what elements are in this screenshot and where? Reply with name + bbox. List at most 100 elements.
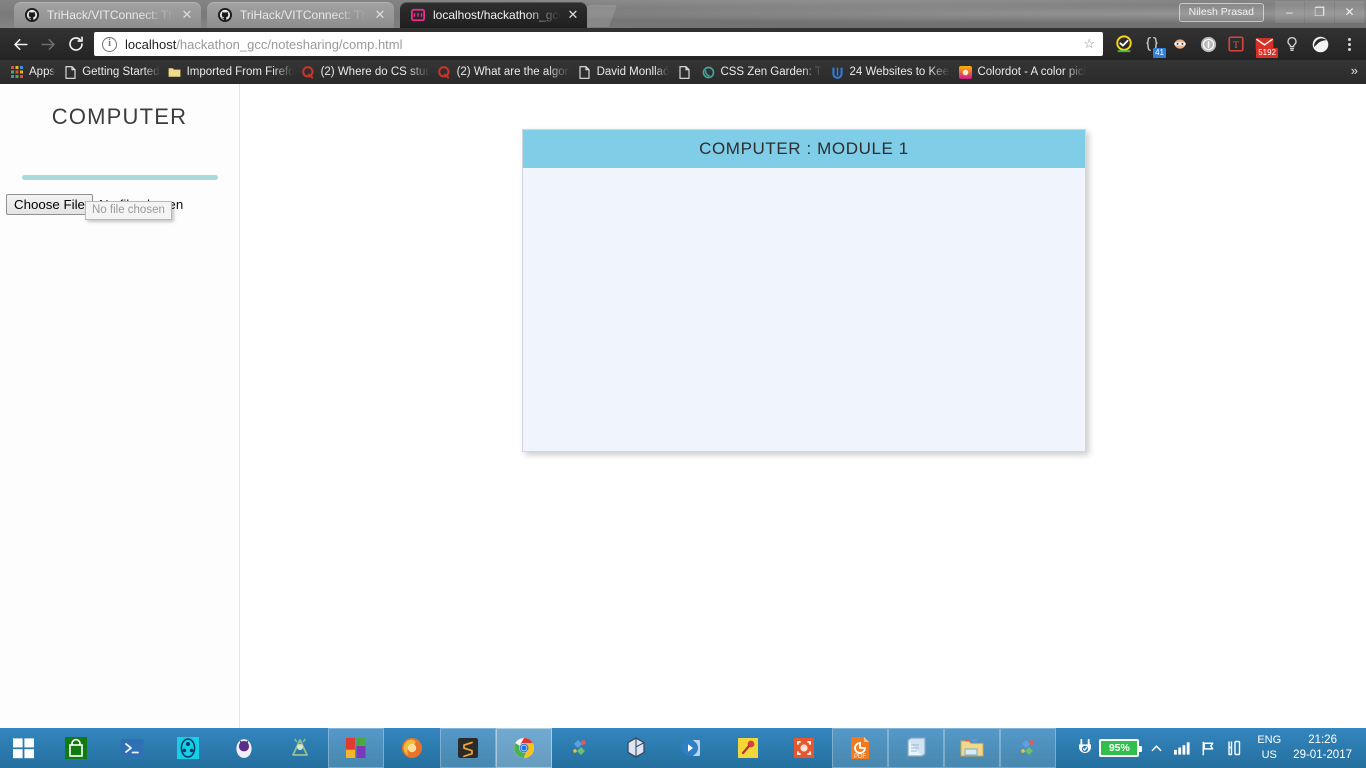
module-card-title: COMPUTER : MODULE 1 bbox=[523, 130, 1085, 168]
start-windows-icon[interactable] bbox=[0, 728, 48, 768]
todoist-extension-icon[interactable]: T bbox=[1223, 31, 1249, 57]
bookmark-getting-started[interactable]: Getting Started bbox=[61, 62, 165, 82]
bookmarks-overflow-button[interactable]: » bbox=[1351, 63, 1358, 78]
bookmark-quora-1[interactable]: (2) Where do CS students bbox=[300, 62, 436, 82]
bookmark-label: Apps bbox=[29, 66, 56, 78]
bookmark-quora-2[interactable]: (2) What are the algorith bbox=[436, 62, 576, 82]
bookmark-david-monllao[interactable]: David Monllaó bbox=[576, 62, 676, 82]
lightbulb-extension-icon[interactable] bbox=[1279, 31, 1305, 57]
bookmark-label: Getting Started bbox=[82, 66, 160, 78]
quora-icon bbox=[302, 65, 316, 79]
bookmark-24-websites[interactable]: 24 Websites to Keep bbox=[828, 62, 956, 82]
user-profile-name: Nilesh Prasad bbox=[1188, 6, 1254, 18]
close-button[interactable]: ✕ bbox=[1335, 1, 1364, 23]
page-title: COMPUTER bbox=[51, 104, 188, 129]
taskbar-item-foxit-pdf[interactable]: PDF bbox=[832, 728, 888, 768]
browser-window: TriHack/VITConnect: This ✕ TriHack/VITCo… bbox=[0, 0, 1366, 728]
module-card-body bbox=[523, 168, 1085, 452]
green-check-extension-icon[interactable] bbox=[1111, 31, 1137, 57]
site-info-icon[interactable]: i bbox=[102, 36, 117, 52]
reload-button[interactable] bbox=[62, 30, 90, 58]
privacy-shield-extension-icon[interactable] bbox=[1195, 31, 1221, 57]
bookmark-label: CSS Zen Garden: The bbox=[720, 66, 822, 78]
back-button[interactable] bbox=[6, 30, 34, 58]
browser-tab-2[interactable]: TriHack/VITConnect: This ✕ bbox=[207, 2, 394, 28]
show-hidden-icons-button[interactable] bbox=[1143, 728, 1169, 768]
browser-tab-1[interactable]: TriHack/VITConnect: This ✕ bbox=[14, 2, 201, 28]
module-card[interactable]: COMPUTER : MODULE 1 bbox=[522, 129, 1086, 452]
taskbar-item-paint-diamond-app[interactable] bbox=[552, 728, 608, 768]
taskbar-item-firefox[interactable] bbox=[384, 728, 440, 768]
taskbar-item-virtualbox[interactable] bbox=[608, 728, 664, 768]
user-profile-chip[interactable]: Nilesh Prasad bbox=[1178, 2, 1264, 22]
restore-button[interactable]: ❐ bbox=[1305, 1, 1334, 23]
svg-text:PDF: PDF bbox=[854, 754, 866, 760]
taskbar-app-list: PDF bbox=[48, 728, 1056, 768]
clock[interactable]: 21:26 29-01-2017 bbox=[1291, 733, 1360, 763]
tab-title: localhost/hackathon_gcc bbox=[433, 8, 561, 22]
tab-strip: TriHack/VITConnect: This ✕ TriHack/VITCo… bbox=[0, 0, 1366, 28]
mail-extension-icon[interactable]: 5192 bbox=[1251, 31, 1278, 58]
chrome-menu-icon[interactable] bbox=[1338, 31, 1360, 57]
clock-time: 21:26 bbox=[1308, 734, 1337, 746]
taskbar-item-google-chrome[interactable] bbox=[496, 728, 552, 768]
taskbar-item-media-player[interactable] bbox=[664, 728, 720, 768]
battery-level: 95% bbox=[1099, 739, 1143, 757]
file-input-tooltip: No file chosen bbox=[85, 201, 172, 220]
choose-file-button[interactable]: Choose File bbox=[6, 194, 93, 215]
ninja-extension-icon[interactable] bbox=[1167, 31, 1193, 57]
signal-bars-icon[interactable] bbox=[1169, 728, 1195, 768]
system-tray: 95% ENG US 21:26 29-01-2017 bbox=[1072, 728, 1366, 768]
tab-close-icon[interactable]: ✕ bbox=[179, 7, 195, 23]
taskbar-item-microsoft-store[interactable] bbox=[48, 728, 104, 768]
window-caption-controls: Nilesh Prasad – ❐ ✕ bbox=[1178, 0, 1366, 24]
taskbar-item-cyan-app[interactable] bbox=[160, 728, 216, 768]
page-icon bbox=[63, 65, 77, 79]
bookmark-untitled[interactable] bbox=[675, 62, 699, 82]
taskbar-item-screenshot-tool[interactable] bbox=[776, 728, 832, 768]
code-braces-extension-icon[interactable]: 41 bbox=[1139, 31, 1166, 58]
browser-toolbar: i localhost/hackathon_gcc/notesharing/co… bbox=[0, 28, 1366, 60]
pink-site-icon bbox=[410, 7, 426, 23]
svg-text:T: T bbox=[1233, 40, 1239, 51]
taskbar-item-notepad[interactable] bbox=[888, 728, 944, 768]
taskbar-item-android-studio[interactable] bbox=[272, 728, 328, 768]
tab-close-icon[interactable]: ✕ bbox=[372, 7, 388, 23]
taskbar-item-sticky-notes[interactable] bbox=[720, 728, 776, 768]
folder-icon bbox=[168, 65, 182, 79]
url-host: localhost bbox=[125, 36, 177, 52]
tab-close-icon[interactable]: ✕ bbox=[565, 7, 581, 23]
taskbar-item-sublime-text[interactable] bbox=[440, 728, 496, 768]
extension-badge-count: 41 bbox=[1153, 48, 1166, 58]
sidebar: COMPUTER Choose File No file chosen No f… bbox=[0, 84, 240, 728]
windows-taskbar: PDF 95% ENG US 21:26 29-01-2017 bbox=[0, 728, 1366, 768]
bookmark-label: David Monllaó bbox=[596, 66, 670, 78]
pocket-extension-icon[interactable] bbox=[1307, 31, 1333, 57]
battery-indicator[interactable]: 95% bbox=[1072, 737, 1143, 759]
taskbar-item-powershell[interactable] bbox=[104, 728, 160, 768]
taskbar-item-paint-diamond-app-2[interactable] bbox=[1000, 728, 1056, 768]
tab-title: TriHack/VITConnect: This bbox=[240, 8, 368, 22]
action-center-flag-icon[interactable] bbox=[1195, 728, 1221, 768]
bookmark-imported-from-firefox[interactable]: Imported From Firefox bbox=[166, 62, 300, 82]
u-icon bbox=[830, 65, 844, 79]
extension-badge-count: 5192 bbox=[1256, 48, 1278, 58]
bookmark-apps[interactable]: Apps bbox=[8, 62, 61, 82]
bookmark-star-icon[interactable]: ☆ bbox=[1079, 36, 1095, 52]
address-bar[interactable]: i localhost/hackathon_gcc/notesharing/co… bbox=[94, 32, 1103, 56]
apps-grid-icon bbox=[10, 65, 24, 79]
forward-button bbox=[34, 30, 62, 58]
bookmark-colordot[interactable]: Colordot - A color pick bbox=[956, 62, 1092, 82]
page-icon bbox=[578, 65, 592, 79]
taskbar-item-colored-squares-app[interactable] bbox=[328, 728, 384, 768]
device-icon[interactable] bbox=[1221, 728, 1247, 768]
taskbar-item-purple-egg-app[interactable] bbox=[216, 728, 272, 768]
taskbar-item-file-explorer[interactable] bbox=[944, 728, 1000, 768]
github-icon bbox=[24, 7, 40, 23]
language-indicator[interactable]: ENG US bbox=[1247, 733, 1291, 763]
title-divider bbox=[21, 175, 218, 180]
minimize-button[interactable]: – bbox=[1275, 1, 1304, 23]
browser-tab-3-active[interactable]: localhost/hackathon_gcc ✕ bbox=[400, 2, 587, 28]
bookmark-css-zen-garden[interactable]: CSS Zen Garden: The bbox=[699, 62, 828, 82]
clock-date: 29-01-2017 bbox=[1293, 749, 1352, 761]
